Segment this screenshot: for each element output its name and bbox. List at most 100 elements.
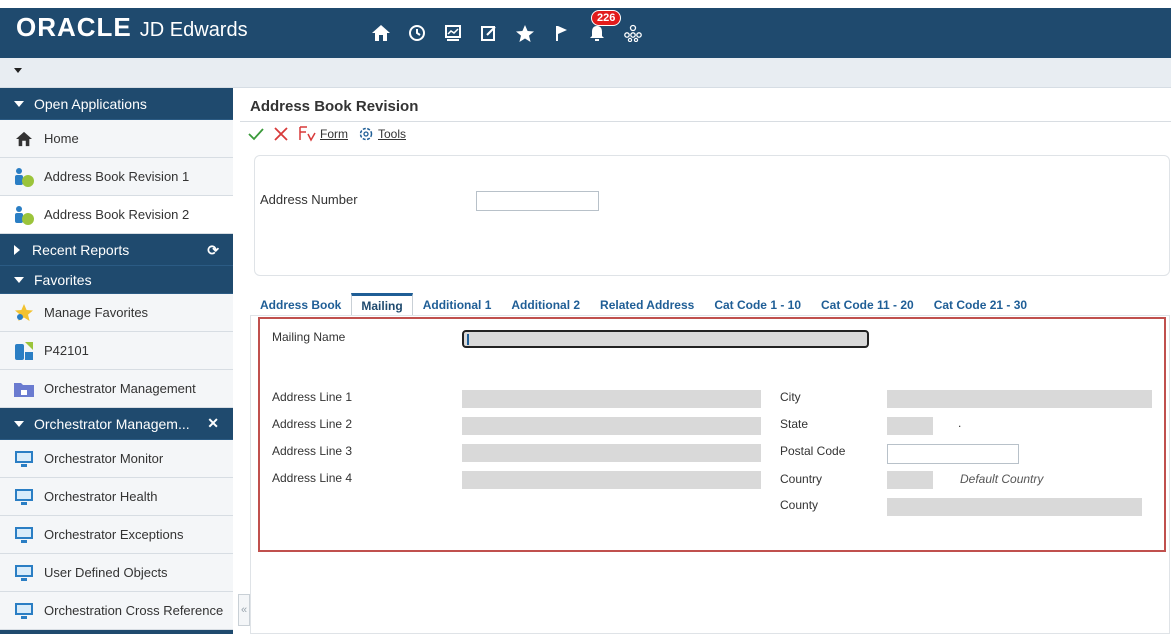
- main-content: Address Book Revision Form Tools Address…: [240, 88, 1171, 634]
- state-input[interactable]: [887, 417, 933, 435]
- address-line-2-input[interactable]: [462, 417, 761, 435]
- sidebar-item-label: Orchestrator Monitor: [44, 451, 164, 466]
- county-label: County: [780, 498, 819, 512]
- dashboard-icon[interactable]: [435, 18, 471, 48]
- address-line-3-label: Address Line 3: [272, 444, 353, 458]
- chevron-right-icon: [14, 244, 20, 255]
- section-title: Favorites: [34, 271, 92, 288]
- tools-menu-button[interactable]: Tools: [358, 126, 406, 142]
- address-line-4-label: Address Line 4: [272, 471, 353, 485]
- divider: [240, 121, 1171, 122]
- monitor-icon: [12, 562, 36, 584]
- edit-icon[interactable]: [471, 18, 507, 48]
- sidebar-item-p42101[interactable]: P42101: [0, 332, 233, 370]
- gear-icon: [359, 127, 373, 141]
- section-title: Recent Reports: [32, 241, 130, 258]
- tab-cat-code-11-20[interactable]: Cat Code 11 - 20: [811, 298, 924, 316]
- chevron-down-icon: [14, 420, 24, 427]
- section-title: Open Applications: [34, 95, 147, 112]
- sidebar-item-orchestrator-health[interactable]: Orchestrator Health: [0, 478, 233, 516]
- secondary-bar: [0, 58, 1171, 88]
- tab-additional-2[interactable]: Additional 2: [501, 298, 590, 316]
- refresh-icon[interactable]: ⟳: [207, 242, 219, 259]
- orchestrator-management-header[interactable]: Orchestrator Managem... ✕: [0, 408, 233, 440]
- mailing-name-label: Mailing Name: [272, 330, 346, 344]
- star-icon: [12, 302, 36, 324]
- open-applications-header[interactable]: Open Applications: [0, 88, 233, 120]
- mailing-name-input[interactable]: [462, 330, 869, 348]
- sidebar-item-orchestrator-management[interactable]: Orchestrator Management: [0, 370, 233, 408]
- home-icon: [12, 128, 36, 150]
- page-title: Address Book Revision: [250, 98, 419, 115]
- tab-cat-code-21-30[interactable]: Cat Code 21 - 30: [924, 298, 1037, 316]
- address-line-1-label: Address Line 1: [272, 390, 353, 404]
- close-icon[interactable]: ✕: [207, 415, 219, 432]
- tab-additional-1[interactable]: Additional 1: [413, 298, 502, 316]
- sidebar: Open Applications Home Address Book Revi…: [0, 88, 233, 634]
- org-icon[interactable]: [615, 18, 651, 48]
- monitor-icon: [12, 448, 36, 470]
- address-number-input[interactable]: [476, 191, 599, 211]
- sidebar-item-label: Orchestrator Health: [44, 489, 158, 504]
- sidebar-item-label: Orchestrator Exceptions: [44, 527, 184, 542]
- state-description: .: [958, 416, 962, 430]
- address-number-label: Address Number: [260, 192, 358, 207]
- postal-code-label: Postal Code: [780, 444, 846, 458]
- state-label: State: [780, 417, 809, 431]
- sidebar-item-label: Address Book Revision 2: [44, 207, 190, 222]
- header-panel: Address Number: [254, 155, 1170, 276]
- text-cursor: [467, 334, 469, 345]
- tab-related-address[interactable]: Related Address: [590, 298, 704, 316]
- country-description: Default Country: [960, 472, 1044, 486]
- favorites-header[interactable]: Favorites: [0, 266, 233, 294]
- cancel-button[interactable]: [274, 127, 288, 141]
- section-title: Orchestrator Managem...: [34, 415, 190, 432]
- home-icon[interactable]: [363, 18, 399, 48]
- sidebar-item-orchestrator-exceptions[interactable]: Orchestrator Exceptions: [0, 516, 233, 554]
- sidebar-item-address-book-1[interactable]: Address Book Revision 1: [0, 158, 233, 196]
- form-menu-button[interactable]: Form: [298, 126, 348, 142]
- favorites-icon[interactable]: [507, 18, 543, 48]
- country-input[interactable]: [887, 471, 933, 489]
- ok-button[interactable]: [248, 127, 264, 141]
- city-input[interactable]: [887, 390, 1152, 408]
- sidebar-item-label: Orchestrator Management: [44, 381, 196, 396]
- chevron-down-icon: [14, 100, 24, 107]
- sidebar-item-address-book-2[interactable]: Address Book Revision 2: [0, 196, 233, 234]
- sidebar-item-label: Orchestration Cross Reference: [44, 603, 224, 618]
- address-line-3-input[interactable]: [462, 444, 761, 462]
- sidebar-item-label: Home: [44, 131, 79, 146]
- oracle-logo: ORACLE: [16, 12, 132, 42]
- recent-icon[interactable]: [399, 18, 435, 48]
- address-line-4-input[interactable]: [462, 471, 761, 489]
- application-icon: [12, 340, 36, 362]
- address-line-1-input[interactable]: [462, 390, 761, 408]
- recent-reports-header[interactable]: Recent Reports ⟳: [0, 234, 233, 266]
- sidebar-item-orchestration-cross-reference[interactable]: Orchestration Cross Reference: [0, 592, 233, 630]
- sidebar-item-label: P42101: [44, 343, 89, 358]
- postal-code-input[interactable]: [887, 444, 1019, 464]
- monitor-icon: [12, 524, 36, 546]
- address-book-icon: [12, 204, 36, 226]
- county-input[interactable]: [887, 498, 1142, 516]
- flag-icon[interactable]: [543, 18, 579, 48]
- notification-badge: 226: [591, 10, 622, 26]
- address-book-icon: [12, 166, 36, 188]
- folder-icon: [12, 378, 36, 400]
- top-header: ORACLE JD Edwards 226: [0, 0, 1171, 60]
- tab-mailing[interactable]: Mailing: [351, 293, 413, 316]
- sidebar-item-user-defined-objects[interactable]: User Defined Objects: [0, 554, 233, 592]
- sidebar-item-manage-favorites[interactable]: Manage Favorites: [0, 294, 233, 332]
- bell-icon[interactable]: 226: [579, 10, 622, 48]
- sidebar-item-label: Address Book Revision 1: [44, 169, 190, 184]
- tab-cat-code-1-10[interactable]: Cat Code 1 - 10: [704, 298, 811, 316]
- chevron-down-icon: [14, 276, 24, 283]
- sidebar-item-label: User Defined Objects: [44, 565, 168, 580]
- sidebar-item-home[interactable]: Home: [0, 120, 233, 158]
- form-label: Form: [320, 127, 348, 141]
- monitor-icon: [12, 486, 36, 508]
- chevron-down-icon[interactable]: [14, 68, 22, 73]
- sidebar-item-orchestrator-monitor[interactable]: Orchestrator Monitor: [0, 440, 233, 478]
- city-label: City: [780, 390, 801, 404]
- tab-address-book[interactable]: Address Book: [260, 298, 351, 316]
